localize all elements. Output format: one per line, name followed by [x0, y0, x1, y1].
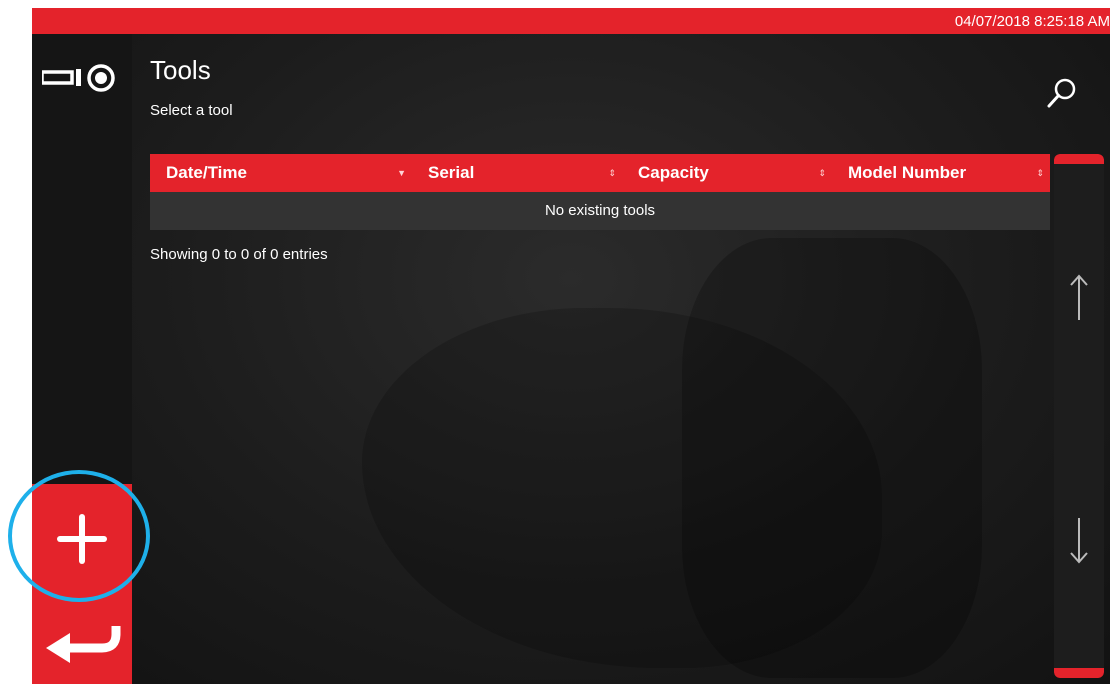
scroll-down-button[interactable] — [1068, 516, 1090, 566]
back-button[interactable] — [32, 594, 132, 684]
tool-logo-icon — [42, 64, 115, 92]
background-texture — [682, 238, 982, 678]
scroll-cap-bottom — [1054, 668, 1104, 678]
page-title: Tools — [150, 55, 211, 85]
add-tool-button[interactable] — [32, 484, 132, 594]
column-header-serial[interactable]: Serial ⇕ — [412, 154, 622, 192]
scroll-up-button[interactable] — [1068, 272, 1090, 322]
column-header-capacity[interactable]: Capacity ⇕ — [622, 154, 832, 192]
tools-table: Date/Time ▼ Serial ⇕ Capacity ⇕ Model Nu… — [150, 154, 1050, 230]
column-header-model-number[interactable]: Model Number ⇕ — [832, 154, 1050, 192]
column-header-datetime[interactable]: Date/Time ▼ — [150, 154, 412, 192]
return-arrow-icon — [46, 626, 121, 663]
column-header-label: Date/Time — [166, 163, 247, 182]
table-empty-row: No existing tools — [150, 192, 1050, 230]
scroll-bar[interactable] — [1054, 154, 1104, 678]
arrow-down-icon — [1070, 518, 1088, 564]
sort-both-icon: ⇕ — [608, 168, 616, 178]
column-header-label: Capacity — [638, 163, 709, 182]
column-header-label: Serial — [428, 163, 475, 182]
page-subtitle: Select a tool — [150, 102, 233, 119]
status-bar: 04/07/2018 8:25:18 AM — [32, 8, 1110, 34]
table-header-row: Date/Time ▼ Serial ⇕ Capacity ⇕ Model Nu… — [150, 154, 1050, 192]
app-screen: 04/07/2018 8:25:18 AM Tools Select a too… — [32, 8, 1110, 684]
datetime-display: 04/07/2018 8:25:18 AM — [954, 13, 1110, 30]
arrow-up-icon — [1070, 274, 1088, 320]
column-header-label: Model Number — [848, 163, 967, 182]
plus-icon — [57, 514, 107, 564]
table-info: Showing 0 to 0 of 0 entries — [150, 246, 328, 263]
search-button[interactable] — [1046, 76, 1078, 110]
sort-both-icon: ⇕ — [818, 168, 826, 178]
search-icon — [1047, 78, 1076, 108]
sort-desc-icon: ▼ — [397, 168, 406, 178]
sort-both-icon: ⇕ — [1036, 168, 1044, 178]
scroll-cap-top — [1054, 154, 1104, 164]
